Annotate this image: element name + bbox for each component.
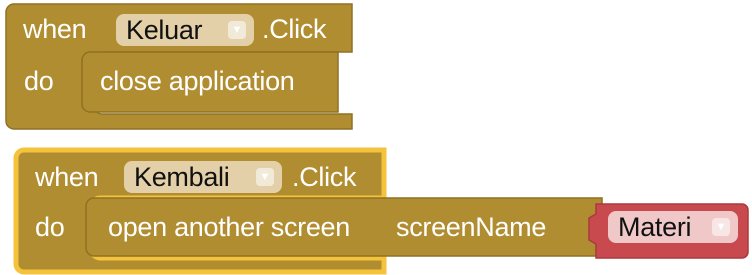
event-name: .Click bbox=[262, 14, 327, 44]
do-label: do bbox=[24, 66, 54, 96]
component-name: Keluar bbox=[126, 14, 203, 45]
value-name: Materi bbox=[618, 211, 692, 242]
when-label: when bbox=[23, 14, 87, 44]
value-dropdown[interactable]: Materi ▼ bbox=[608, 211, 738, 243]
do-label: do bbox=[35, 212, 65, 242]
param-label: screenName bbox=[396, 212, 547, 242]
component-dropdown[interactable]: Keluar ▼ bbox=[116, 14, 254, 46]
component-name: Kembali bbox=[134, 161, 230, 192]
event-name: .Click bbox=[292, 162, 357, 192]
statement-label: open another screen bbox=[108, 212, 350, 242]
chevron-down-icon[interactable]: ▼ bbox=[256, 168, 274, 186]
statement-label: close application bbox=[100, 66, 295, 96]
component-dropdown[interactable]: Kembali ▼ bbox=[124, 161, 282, 193]
when-label: when bbox=[35, 162, 99, 192]
chevron-down-icon[interactable]: ▼ bbox=[228, 21, 246, 39]
chevron-down-icon[interactable]: ▼ bbox=[712, 218, 730, 236]
